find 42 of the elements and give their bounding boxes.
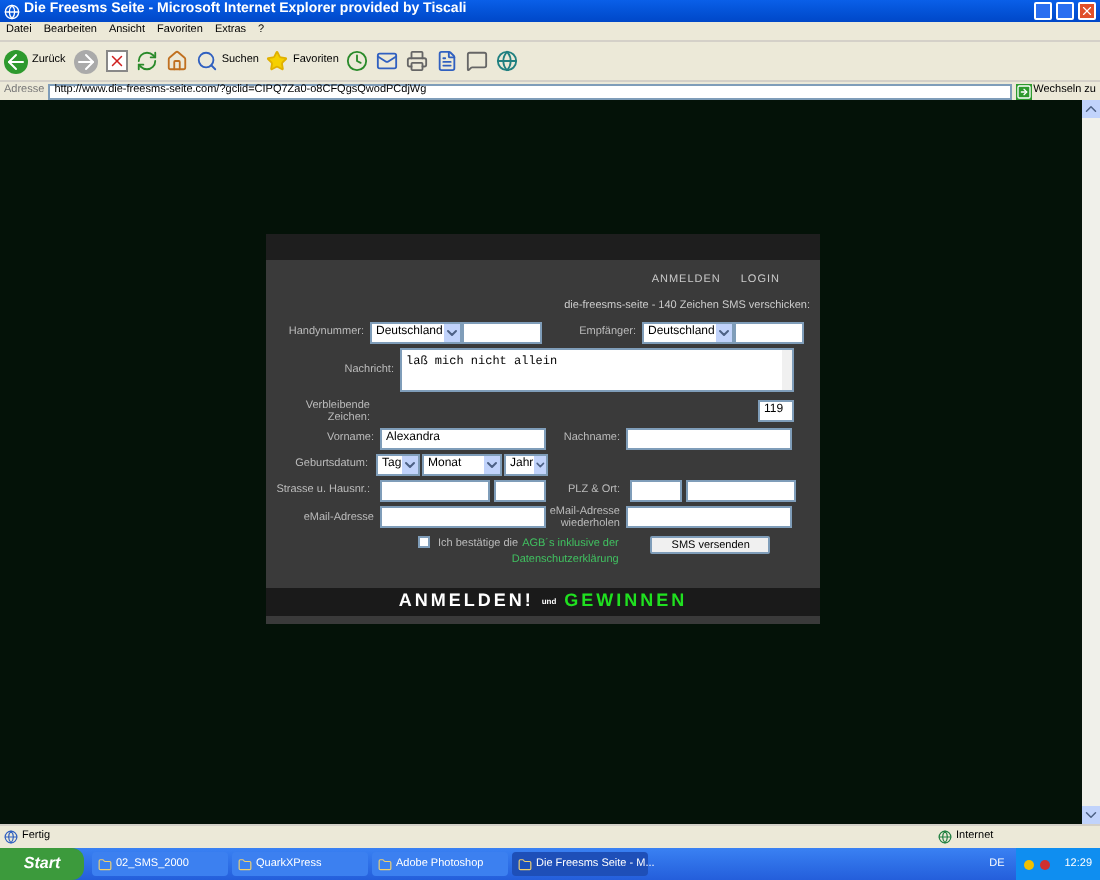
banner-text: ANMELDEN! <box>398 588 534 615</box>
refresh-icon[interactable] <box>135 50 158 72</box>
dropdown-arrow-icon <box>716 323 732 341</box>
agree-checkbox[interactable] <box>418 535 430 547</box>
discuss-icon[interactable] <box>466 50 489 72</box>
city-field[interactable] <box>686 479 796 501</box>
minimize-button[interactable] <box>1034 2 1052 20</box>
search-icon <box>195 50 218 72</box>
print-icon[interactable] <box>406 50 429 72</box>
scroll-down-icon[interactable] <box>1082 806 1100 824</box>
maximize-button[interactable] <box>1056 2 1074 20</box>
last-name-field[interactable] <box>626 427 792 449</box>
folder-icon <box>98 857 112 871</box>
dropdown-arrow-icon <box>402 455 418 473</box>
browser-icon <box>4 3 20 19</box>
mail-icon[interactable] <box>376 50 399 72</box>
start-button[interactable]: Start <box>0 848 84 880</box>
folder-icon <box>518 857 532 871</box>
history-icon[interactable] <box>346 50 369 72</box>
house-number-field[interactable] <box>494 479 546 501</box>
star-icon <box>266 50 289 72</box>
page-icon <box>4 830 18 844</box>
close-button[interactable] <box>1078 2 1096 20</box>
zip-field[interactable] <box>630 479 682 501</box>
close-icon <box>1080 4 1094 18</box>
scrollbar[interactable] <box>1082 100 1100 824</box>
banner-text: GEWINNEN <box>564 588 688 615</box>
stop-icon[interactable] <box>105 50 128 72</box>
internet-zone-icon <box>938 830 952 844</box>
phone-field[interactable] <box>462 321 542 343</box>
email-repeat-field[interactable] <box>626 506 792 528</box>
dropdown-arrow-icon <box>533 455 546 473</box>
scroll-up-icon[interactable] <box>1082 100 1100 118</box>
recipient-field[interactable] <box>734 321 804 343</box>
folder-icon <box>238 857 252 871</box>
go-arrow-icon <box>1015 83 1032 99</box>
dropdown-arrow-icon <box>484 455 500 473</box>
home-icon[interactable] <box>165 50 188 72</box>
street-field[interactable] <box>380 479 490 501</box>
dropdown-arrow-icon <box>444 323 460 341</box>
folder-icon <box>378 857 392 871</box>
email-field[interactable] <box>380 506 546 528</box>
